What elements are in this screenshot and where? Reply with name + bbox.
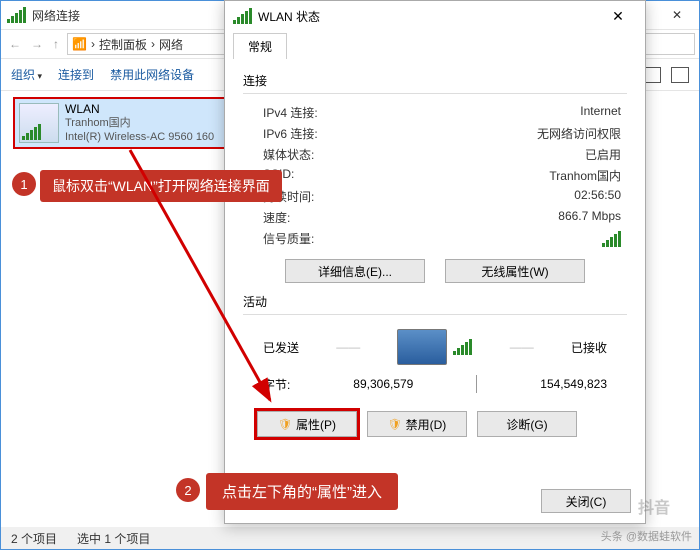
selected-count: 选中 1 个项目 [77,530,150,547]
divider [243,93,627,94]
signal-icon [233,8,252,24]
tab-strip: 常规 [225,31,645,58]
shield-icon: 🛡 [388,418,402,431]
wlan-connection-item[interactable]: WLAN Tranhom国内 Intel(R) Wireless-AC 9560… [13,97,227,149]
divider [243,314,627,315]
item-count: 2 个项目 [11,530,57,547]
tab-general[interactable]: 常规 [233,33,287,59]
annotation-step-1-text: 鼠标双击“WLAN”打开网络连接界面 [40,170,282,202]
monitor-icon [397,329,447,365]
back-icon[interactable]: ← [9,37,21,51]
media-label: 媒体状态: [263,146,314,163]
recv-label: 已接收 [571,339,607,356]
folder-icon: 📶 [72,37,87,51]
shield-icon: 🛡 [278,418,292,431]
ipv4-value: Internet [580,104,621,121]
signal-quality-icon [602,230,621,247]
dialog-titlebar: WLAN 状态 ✕ [225,1,645,31]
annotation-step-2-text: 点击左下角的“属性”进入 [206,473,398,510]
wlan-status-dialog: WLAN 状态 ✕ 常规 连接 IPv4 连接: Internet IPv6 连接… [224,0,646,524]
annotation-step-2-badge: 2 [176,478,200,502]
properties-label: 属性(P) [296,416,336,433]
signal-quality-label: 信号质量: [263,230,314,247]
info-pane-icon[interactable] [671,67,689,83]
recv-bytes: 154,549,823 [540,377,607,391]
ipv6-value: 无网络访问权限 [537,125,621,142]
ipv4-label: IPv4 连接: [263,104,318,121]
dialog-title: WLAN 状态 [258,8,320,25]
watermark: 头条 @数据蛙软件 [601,528,692,544]
close-button[interactable]: 关闭(C) [541,489,631,513]
status-bar: 2 个项目 选中 1 个项目 [1,527,699,549]
diagnose-button[interactable]: 诊断(G) [477,411,577,437]
disable-button[interactable]: 🛡 禁用(D) [367,411,467,437]
adapter-icon [19,103,59,143]
breadcrumb-item[interactable]: 网络 [159,36,183,53]
details-button[interactable]: 详细信息(E)... [285,259,425,283]
signal-icon [453,339,472,355]
media-value: 已启用 [585,146,621,163]
bytes-label: 字节: [263,376,290,393]
breadcrumb-item[interactable]: 控制面板 [99,36,147,53]
section-connection: 连接 [243,72,627,89]
organize-menu[interactable]: 组织 [11,66,42,83]
sent-label: 已发送 [263,339,299,356]
annotation-step-1-badge: 1 [12,172,36,196]
ssid-value: Tranhom国内 [549,167,621,184]
ipv6-label: IPv6 连接: [263,125,318,142]
disable-device-button[interactable]: 禁用此网络设备 [110,66,194,83]
dialog-close-button[interactable]: ✕ [599,3,637,29]
sent-bytes: 89,306,579 [353,377,413,391]
connection-adapter: Intel(R) Wireless-AC 9560 160 [65,130,214,144]
connect-to-button[interactable]: 连接到 [58,66,94,83]
connection-network: Tranhom国内 [65,116,214,130]
forward-icon[interactable]: → [31,37,43,51]
section-activity: 活动 [243,293,627,310]
disable-label: 禁用(D) [406,416,447,433]
duration-value: 02:56:50 [574,188,621,205]
properties-button[interactable]: 🛡 属性(P) [257,411,357,437]
wireless-properties-button[interactable]: 无线属性(W) [445,259,585,283]
watermark: 抖音 [638,494,670,518]
signal-icon [7,7,26,23]
divider [476,375,477,393]
connection-name: WLAN [65,102,214,116]
speed-value: 866.7 Mbps [558,209,621,226]
window-title: 网络连接 [32,7,80,24]
close-button[interactable]: ✕ [655,1,699,29]
up-icon[interactable]: ↑ [53,37,59,51]
speed-label: 速度: [263,209,290,226]
